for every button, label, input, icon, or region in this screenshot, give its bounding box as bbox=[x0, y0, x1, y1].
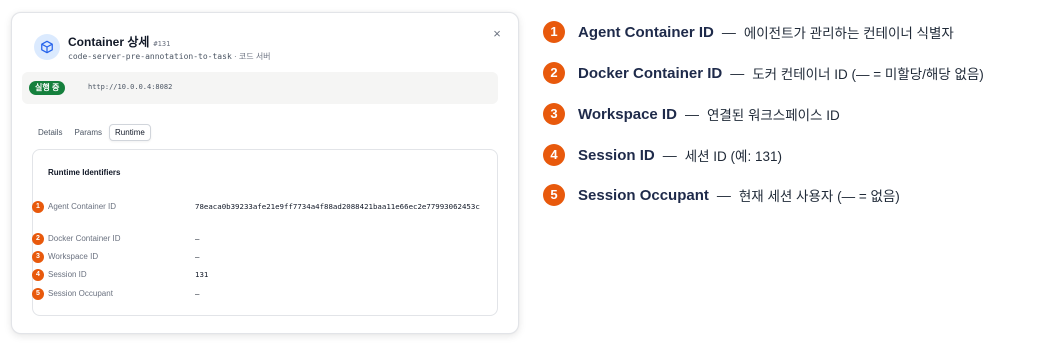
box-icon bbox=[34, 34, 60, 60]
legend-item-agent-container-id: 1 Agent Container ID — 에이전트가 관리하는 컨테이너 식… bbox=[543, 21, 954, 43]
legend-name: Docker Container ID bbox=[578, 64, 723, 82]
tab-params[interactable]: Params bbox=[69, 125, 107, 140]
legend-item-session-id: 4 Session ID — 세션 ID (예: 131) bbox=[543, 144, 782, 166]
legend-number-badge: 4 bbox=[543, 144, 565, 166]
row-value: — bbox=[195, 252, 200, 261]
row-number-badge: 5 bbox=[32, 288, 44, 300]
row-label: Session Occupant bbox=[48, 289, 113, 298]
row-label: Workspace ID bbox=[48, 252, 99, 261]
tab-runtime[interactable]: Runtime bbox=[109, 123, 151, 141]
legend-dash: — bbox=[684, 106, 699, 122]
status-badge: 실행 중 bbox=[29, 81, 66, 95]
modal-subtitle: code-server-pre-annotation-to-task · 코드 … bbox=[68, 51, 271, 62]
status-bar: 실행 중 http://10.0.0.4:8082 bbox=[22, 72, 498, 104]
legend-dash: — bbox=[730, 65, 745, 81]
legend-number-badge: 1 bbox=[543, 21, 565, 43]
row-number-badge: 2 bbox=[32, 233, 44, 245]
tab-details[interactable]: Details bbox=[33, 125, 67, 140]
panel-title: Runtime Identifiers bbox=[48, 168, 121, 177]
row-label: Session ID bbox=[48, 270, 87, 279]
legend-item-docker-container-id: 2 Docker Container ID — 도커 컨테이너 ID (— = … bbox=[543, 62, 984, 84]
legend-dash: — bbox=[662, 147, 677, 163]
legend-dash: — bbox=[716, 187, 731, 203]
legend-number-badge: 5 bbox=[543, 184, 565, 206]
legend-number-badge: 3 bbox=[543, 103, 565, 125]
legend-number-badge: 2 bbox=[543, 62, 565, 84]
row-number-badge: 1 bbox=[32, 201, 44, 213]
legend-description: 연결된 워크스페이스 ID bbox=[706, 108, 840, 123]
legend-description: 세션 ID (예: 131) bbox=[684, 149, 782, 164]
row-label: Docker Container ID bbox=[48, 234, 121, 243]
row-value: 78eaca0b39233afe21e9ff7734a4f88ad2088421… bbox=[195, 202, 480, 211]
legend-item-workspace-id: 3 Workspace ID — 연결된 워크스페이스 ID bbox=[543, 103, 840, 125]
row-label: Agent Container ID bbox=[48, 202, 117, 211]
legend-description: 에이전트가 관리하는 컨테이너 식별자 bbox=[743, 26, 954, 41]
row-value: — bbox=[195, 234, 200, 243]
row-number-badge: 4 bbox=[32, 269, 44, 281]
legend-description: 현재 세션 사용자 (— = 없음) bbox=[738, 189, 900, 204]
container-url[interactable]: http://10.0.0.4:8082 bbox=[88, 83, 172, 91]
legend-name: Agent Container ID bbox=[578, 23, 714, 41]
modal-title: Container 상세 #131 bbox=[68, 33, 170, 50]
row-value: — bbox=[195, 289, 200, 298]
modal-title-text: Container 상세 bbox=[68, 35, 150, 49]
close-icon[interactable]: × bbox=[490, 27, 504, 41]
legend-description: 도커 컨테이너 ID (— = 미할당/해당 없음) bbox=[752, 67, 984, 82]
legend-dash: — bbox=[721, 24, 736, 40]
runtime-panel: Runtime Identifiers 1 Agent Container ID… bbox=[32, 149, 498, 316]
legend-name: Session Occupant bbox=[578, 186, 709, 204]
row-number-badge: 3 bbox=[32, 251, 44, 263]
container-number: #131 bbox=[153, 40, 171, 48]
container-name: code-server-pre-annotation-to-task bbox=[68, 52, 232, 61]
row-value: 131 bbox=[195, 270, 209, 279]
legend-name: Session ID bbox=[578, 146, 655, 164]
container-kind: 코드 서버 bbox=[238, 52, 271, 61]
tab-bar: Details Params Runtime bbox=[33, 123, 151, 141]
legend-item-session-occupant: 5 Session Occupant — 현재 세션 사용자 (— = 없음) bbox=[543, 184, 900, 206]
subtitle-separator: · bbox=[231, 52, 239, 61]
legend-name: Workspace ID bbox=[578, 105, 677, 123]
